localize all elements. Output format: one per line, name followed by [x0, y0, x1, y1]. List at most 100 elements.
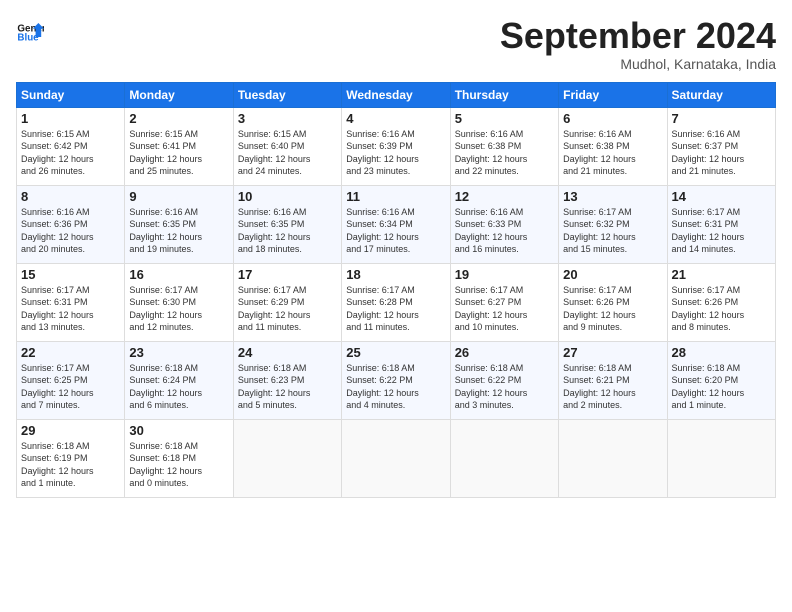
- cell-info: Sunrise: 6:17 AM: [455, 284, 554, 297]
- calendar-table: SundayMondayTuesdayWednesdayThursdayFrid…: [16, 82, 776, 498]
- calendar-cell: 14Sunrise: 6:17 AMSunset: 6:31 PMDayligh…: [667, 185, 775, 263]
- day-number: 25: [346, 345, 445, 360]
- day-number: 23: [129, 345, 228, 360]
- cell-info: Sunset: 6:26 PM: [563, 296, 662, 309]
- calendar-cell: 4Sunrise: 6:16 AMSunset: 6:39 PMDaylight…: [342, 107, 450, 185]
- cell-info: Sunset: 6:27 PM: [455, 296, 554, 309]
- cell-info: Sunset: 6:34 PM: [346, 218, 445, 231]
- cell-info: Sunrise: 6:17 AM: [21, 284, 120, 297]
- col-header-monday: Monday: [125, 82, 233, 107]
- calendar-cell: 3Sunrise: 6:15 AMSunset: 6:40 PMDaylight…: [233, 107, 341, 185]
- cell-info: Sunset: 6:26 PM: [672, 296, 771, 309]
- cell-info: and 13 minutes.: [21, 321, 120, 334]
- cell-info: and 2 minutes.: [563, 399, 662, 412]
- calendar-cell: 5Sunrise: 6:16 AMSunset: 6:38 PMDaylight…: [450, 107, 558, 185]
- day-number: 9: [129, 189, 228, 204]
- cell-info: Daylight: 12 hours: [672, 153, 771, 166]
- month-title: September 2024: [500, 16, 776, 56]
- col-header-tuesday: Tuesday: [233, 82, 341, 107]
- cell-info: Sunrise: 6:17 AM: [672, 206, 771, 219]
- calendar-cell: 2Sunrise: 6:15 AMSunset: 6:41 PMDaylight…: [125, 107, 233, 185]
- calendar-cell: 6Sunrise: 6:16 AMSunset: 6:38 PMDaylight…: [559, 107, 667, 185]
- calendar-cell: 8Sunrise: 6:16 AMSunset: 6:36 PMDaylight…: [17, 185, 125, 263]
- day-number: 26: [455, 345, 554, 360]
- day-number: 2: [129, 111, 228, 126]
- cell-info: Sunset: 6:25 PM: [21, 374, 120, 387]
- cell-info: Daylight: 12 hours: [455, 309, 554, 322]
- cell-info: and 0 minutes.: [129, 477, 228, 490]
- cell-info: Daylight: 12 hours: [346, 309, 445, 322]
- day-number: 21: [672, 267, 771, 282]
- cell-info: Daylight: 12 hours: [21, 309, 120, 322]
- cell-info: Sunset: 6:28 PM: [346, 296, 445, 309]
- calendar-cell: [342, 419, 450, 497]
- cell-info: Sunrise: 6:18 AM: [346, 362, 445, 375]
- cell-info: and 4 minutes.: [346, 399, 445, 412]
- day-number: 1: [21, 111, 120, 126]
- cell-info: Sunrise: 6:16 AM: [672, 128, 771, 141]
- cell-info: and 20 minutes.: [21, 243, 120, 256]
- title-block: September 2024 Mudhol, Karnataka, India: [500, 16, 776, 72]
- col-header-wednesday: Wednesday: [342, 82, 450, 107]
- cell-info: Sunrise: 6:18 AM: [563, 362, 662, 375]
- cell-info: Sunset: 6:39 PM: [346, 140, 445, 153]
- cell-info: and 15 minutes.: [563, 243, 662, 256]
- cell-info: Daylight: 12 hours: [21, 153, 120, 166]
- calendar-cell: 9Sunrise: 6:16 AMSunset: 6:35 PMDaylight…: [125, 185, 233, 263]
- cell-info: and 11 minutes.: [238, 321, 337, 334]
- day-number: 6: [563, 111, 662, 126]
- calendar-cell: [450, 419, 558, 497]
- col-header-friday: Friday: [559, 82, 667, 107]
- cell-info: Sunset: 6:23 PM: [238, 374, 337, 387]
- cell-info: Sunset: 6:22 PM: [346, 374, 445, 387]
- cell-info: Sunrise: 6:17 AM: [563, 206, 662, 219]
- day-number: 5: [455, 111, 554, 126]
- cell-info: Sunset: 6:35 PM: [238, 218, 337, 231]
- day-number: 11: [346, 189, 445, 204]
- cell-info: and 23 minutes.: [346, 165, 445, 178]
- cell-info: Sunset: 6:24 PM: [129, 374, 228, 387]
- day-number: 30: [129, 423, 228, 438]
- cell-info: Daylight: 12 hours: [672, 387, 771, 400]
- cell-info: Daylight: 12 hours: [129, 309, 228, 322]
- calendar-cell: 30Sunrise: 6:18 AMSunset: 6:18 PMDayligh…: [125, 419, 233, 497]
- calendar-cell: 27Sunrise: 6:18 AMSunset: 6:21 PMDayligh…: [559, 341, 667, 419]
- day-number: 17: [238, 267, 337, 282]
- calendar-cell: 1Sunrise: 6:15 AMSunset: 6:42 PMDaylight…: [17, 107, 125, 185]
- cell-info: and 14 minutes.: [672, 243, 771, 256]
- cell-info: Daylight: 12 hours: [238, 309, 337, 322]
- day-number: 3: [238, 111, 337, 126]
- cell-info: Daylight: 12 hours: [346, 387, 445, 400]
- calendar-cell: 17Sunrise: 6:17 AMSunset: 6:29 PMDayligh…: [233, 263, 341, 341]
- cell-info: Daylight: 12 hours: [129, 231, 228, 244]
- day-number: 12: [455, 189, 554, 204]
- calendar-cell: 18Sunrise: 6:17 AMSunset: 6:28 PMDayligh…: [342, 263, 450, 341]
- col-header-saturday: Saturday: [667, 82, 775, 107]
- page-header: General Blue September 2024 Mudhol, Karn…: [16, 16, 776, 72]
- calendar-cell: 15Sunrise: 6:17 AMSunset: 6:31 PMDayligh…: [17, 263, 125, 341]
- cell-info: Sunrise: 6:18 AM: [129, 362, 228, 375]
- cell-info: Daylight: 12 hours: [672, 309, 771, 322]
- cell-info: and 21 minutes.: [672, 165, 771, 178]
- cell-info: Sunrise: 6:16 AM: [455, 206, 554, 219]
- day-number: 13: [563, 189, 662, 204]
- day-number: 8: [21, 189, 120, 204]
- calendar-cell: [559, 419, 667, 497]
- cell-info: Sunset: 6:20 PM: [672, 374, 771, 387]
- cell-info: Daylight: 12 hours: [563, 309, 662, 322]
- day-number: 20: [563, 267, 662, 282]
- cell-info: Daylight: 12 hours: [672, 231, 771, 244]
- cell-info: and 7 minutes.: [21, 399, 120, 412]
- cell-info: Sunset: 6:38 PM: [563, 140, 662, 153]
- cell-info: and 9 minutes.: [563, 321, 662, 334]
- day-number: 18: [346, 267, 445, 282]
- day-number: 15: [21, 267, 120, 282]
- cell-info: Sunset: 6:21 PM: [563, 374, 662, 387]
- calendar-cell: 26Sunrise: 6:18 AMSunset: 6:22 PMDayligh…: [450, 341, 558, 419]
- cell-info: Sunset: 6:37 PM: [672, 140, 771, 153]
- calendar-cell: 13Sunrise: 6:17 AMSunset: 6:32 PMDayligh…: [559, 185, 667, 263]
- cell-info: and 6 minutes.: [129, 399, 228, 412]
- cell-info: Sunrise: 6:18 AM: [455, 362, 554, 375]
- cell-info: Sunrise: 6:15 AM: [129, 128, 228, 141]
- calendar-cell: 23Sunrise: 6:18 AMSunset: 6:24 PMDayligh…: [125, 341, 233, 419]
